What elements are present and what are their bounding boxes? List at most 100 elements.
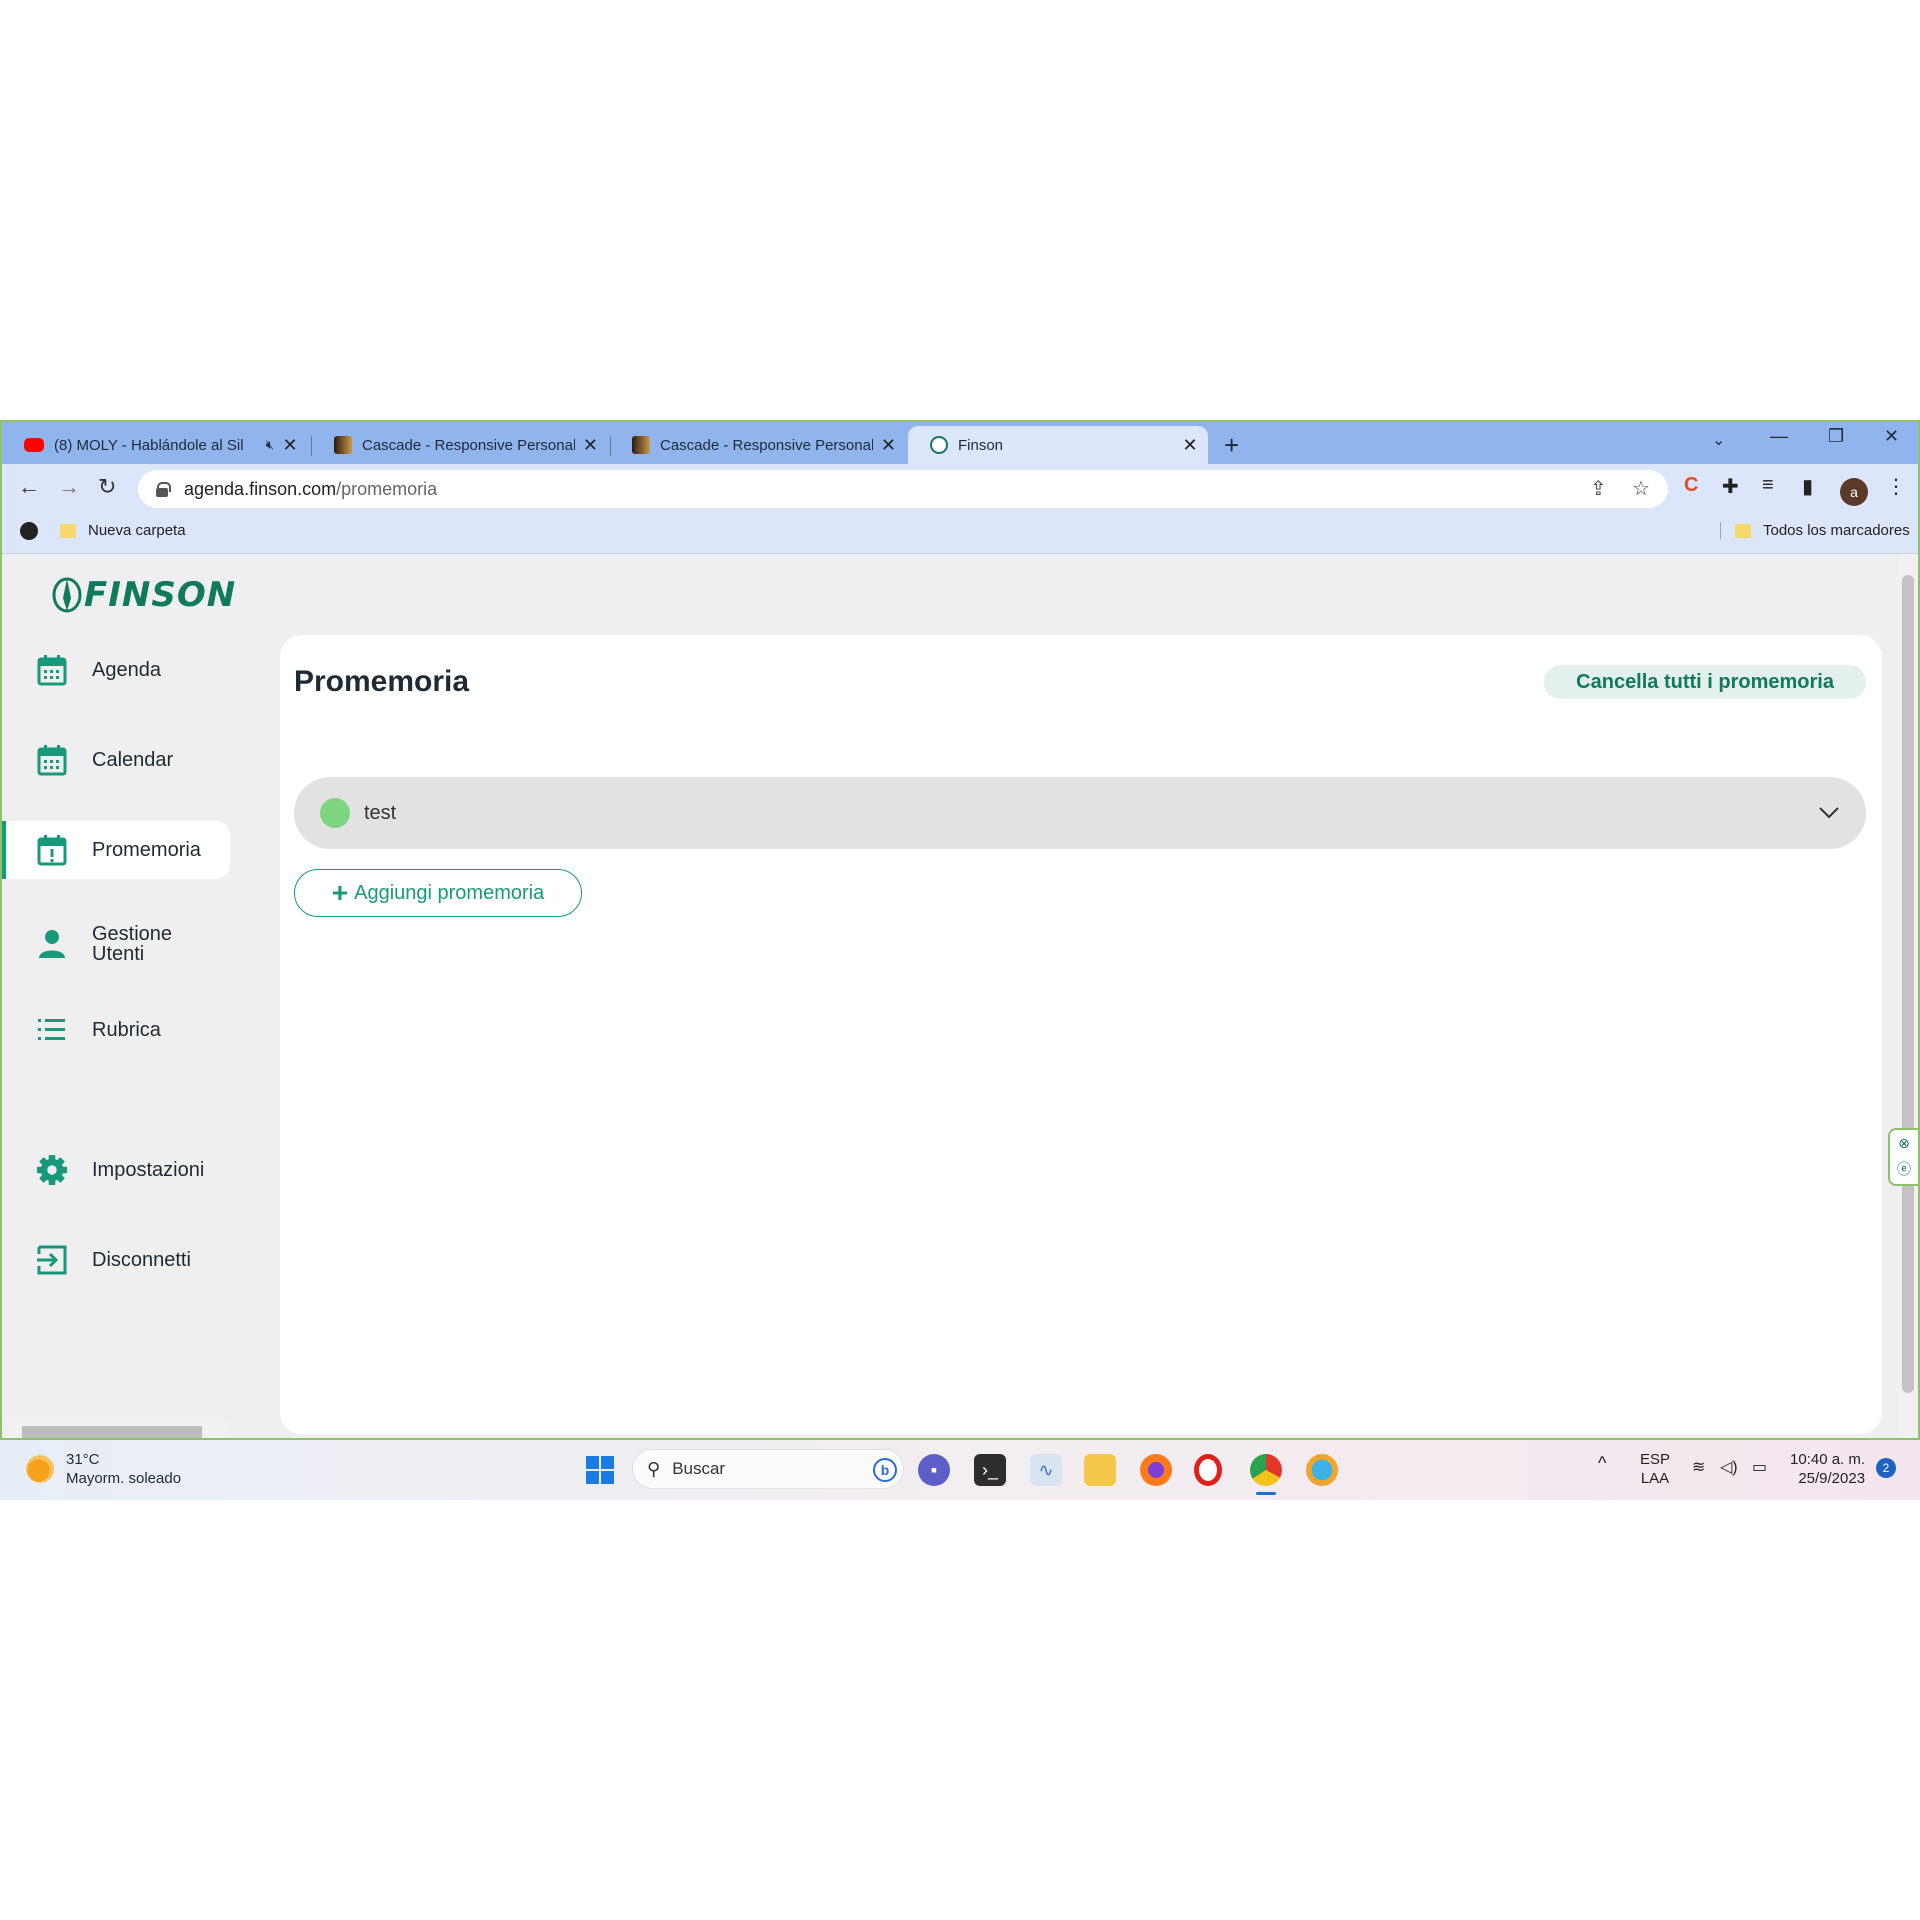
sidebar-item-rubrica[interactable]: Rubrica bbox=[8, 1001, 230, 1059]
chevron-down-icon[interactable] bbox=[1818, 801, 1840, 823]
close-tab-icon[interactable]: ✕ bbox=[881, 435, 896, 456]
search-placeholder: Buscar bbox=[672, 1459, 726, 1478]
search-icon: ⚲ bbox=[647, 1458, 661, 1479]
side-panel-icon[interactable]: ▮ bbox=[1802, 474, 1813, 499]
cascade-icon bbox=[334, 436, 352, 454]
tab-title: Cascade - Responsive Personal v bbox=[660, 436, 873, 454]
calendar-alert-icon bbox=[36, 834, 68, 866]
tab-cascade-2[interactable]: Cascade - Responsive Personal v ✕ bbox=[610, 426, 906, 464]
battery-icon[interactable]: ▭ bbox=[1752, 1458, 1767, 1477]
tab-youtube[interactable]: (8) MOLY - Hablándole al Sil 🔇︎ ✕ bbox=[2, 426, 308, 464]
close-circle-icon[interactable]: ⊗ bbox=[1890, 1130, 1918, 1156]
url-domain: agenda.finson.com bbox=[184, 478, 337, 499]
keyboard-layout: LAA bbox=[1640, 1470, 1670, 1487]
sidebar-item-promemoria[interactable]: Promemoria bbox=[8, 821, 230, 879]
plus-icon: + bbox=[331, 877, 349, 908]
weather-widget[interactable]: 31°C Mayorm. soleado bbox=[26, 1450, 181, 1488]
tab-title: Cascade - Responsive Personal v bbox=[362, 436, 575, 454]
terminal-icon[interactable]: ›_ bbox=[974, 1454, 1006, 1486]
wifi-icon[interactable]: ≋ bbox=[1692, 1458, 1705, 1477]
scrollbar-thumb[interactable] bbox=[1902, 575, 1914, 1393]
bookmark-folder-nueva-carpeta[interactable]: Nueva carpeta bbox=[60, 522, 186, 539]
scrollbar-thumb[interactable] bbox=[22, 1426, 202, 1438]
logout-icon bbox=[36, 1244, 68, 1276]
menu-icon[interactable]: ⋮ bbox=[1886, 474, 1906, 499]
meet-icon[interactable]: ▪ bbox=[918, 1454, 950, 1486]
clock-date: 25/9/2023 bbox=[1798, 1470, 1866, 1487]
bookmarks-bar: Nueva carpeta Todos los marcadores bbox=[2, 510, 1918, 554]
close-tab-icon[interactable]: ✕ bbox=[282, 435, 298, 456]
sidebar-item-label: Gestione Utenti bbox=[92, 923, 173, 965]
finson-logo[interactable]: FINSON bbox=[50, 575, 236, 615]
folder-icon bbox=[1735, 523, 1751, 538]
bing-icon[interactable]: b bbox=[873, 1458, 897, 1482]
list-icon bbox=[36, 1014, 68, 1046]
sidebar-item-calendar[interactable]: Calendar bbox=[8, 731, 230, 789]
sidebar-item-label: Rubrica bbox=[92, 1018, 161, 1041]
e-circle-icon[interactable]: ⓔ bbox=[1890, 1156, 1918, 1182]
close-tab-icon[interactable]: ✕ bbox=[1182, 435, 1198, 456]
close-window-button[interactable]: ✕ bbox=[1884, 426, 1899, 447]
apps-icon[interactable] bbox=[20, 522, 38, 540]
opera-icon[interactable] bbox=[1194, 1454, 1222, 1486]
tab-finson[interactable]: Finson ✕ bbox=[908, 426, 1208, 464]
language-indicator[interactable]: ESP LAA bbox=[1640, 1450, 1670, 1488]
sidebar-item-gestione-utenti[interactable]: Gestione Utenti bbox=[8, 911, 230, 977]
all-bookmarks[interactable]: Todos los marcadores bbox=[1720, 522, 1910, 539]
clear-all-reminders-button[interactable]: Cancella tutti i promemoria bbox=[1544, 665, 1866, 699]
puzzle-icon[interactable]: ✚ bbox=[1722, 474, 1739, 499]
sidebar-item-impostazioni[interactable]: Impostazioni bbox=[8, 1141, 230, 1199]
extension-icon[interactable]: C bbox=[1684, 474, 1698, 497]
back-button[interactable]: ← bbox=[18, 474, 40, 500]
bookmark-star-icon[interactable]: ☆ bbox=[1632, 476, 1650, 501]
logo-text: FINSON bbox=[84, 575, 237, 615]
vertical-scrollbar[interactable] bbox=[1898, 555, 1918, 1438]
monitor-icon[interactable]: ∿ bbox=[1030, 1454, 1062, 1486]
forward-button[interactable]: → bbox=[58, 474, 80, 500]
windows-start-icon[interactable] bbox=[584, 1454, 616, 1486]
user-icon bbox=[36, 928, 68, 960]
restore-button[interactable]: ❐ bbox=[1828, 426, 1844, 447]
volume-icon[interactable]: ◁) bbox=[1720, 1458, 1738, 1477]
extension-side-widget[interactable]: ⊗ ⓔ bbox=[1888, 1128, 1918, 1186]
chrome-icon[interactable] bbox=[1250, 1454, 1282, 1486]
weather-sun-icon bbox=[26, 1455, 54, 1483]
bookmark-label: Nueva carpeta bbox=[88, 522, 186, 539]
new-tab-button[interactable]: + bbox=[1224, 430, 1239, 461]
add-reminder-label: Aggiungi promemoria bbox=[354, 881, 545, 904]
minimize-button[interactable]: — bbox=[1770, 426, 1788, 447]
sidebar-item-label: Disconnetti bbox=[92, 1248, 191, 1271]
add-reminder-button[interactable]: + Aggiungi promemoria bbox=[294, 869, 582, 917]
clock[interactable]: 10:40 a. m. 25/9/2023 bbox=[1790, 1450, 1865, 1488]
taskbar-search[interactable]: ⚲ Buscar b bbox=[632, 1449, 904, 1489]
share-icon[interactable]: ⇪ bbox=[1590, 476, 1607, 501]
speaker-icon[interactable]: 🔇︎ bbox=[266, 437, 274, 453]
tab-search-icon[interactable]: ⌄ bbox=[1712, 430, 1725, 450]
reload-button[interactable]: ↻ bbox=[98, 474, 116, 500]
media-icon[interactable]: ≡ bbox=[1762, 474, 1774, 497]
main-card: Promemoria Cancella tutti i promemoria t… bbox=[280, 635, 1882, 1434]
horizontal-scrollbar[interactable] bbox=[4, 1422, 228, 1438]
tab-cascade-1[interactable]: Cascade - Responsive Personal v ✕ bbox=[312, 426, 608, 464]
gear-icon bbox=[36, 1154, 68, 1186]
sidebar-item-agenda[interactable]: Agenda bbox=[8, 641, 230, 699]
profile-avatar[interactable]: a bbox=[1840, 478, 1868, 506]
weather-desc: Mayorm. soleado bbox=[66, 1470, 182, 1487]
tab-strip: (8) MOLY - Hablándole al Sil 🔇︎ ✕ Cascad… bbox=[2, 422, 1918, 464]
file-explorer-icon[interactable] bbox=[1084, 1454, 1116, 1486]
active-app-indicator bbox=[1256, 1492, 1276, 1495]
firefox-icon[interactable] bbox=[1140, 1454, 1172, 1486]
finson-icon bbox=[930, 436, 948, 454]
folder-icon bbox=[60, 523, 76, 538]
paint-icon[interactable] bbox=[1306, 1454, 1338, 1486]
close-tab-icon[interactable]: ✕ bbox=[583, 435, 598, 456]
reminder-item[interactable]: test bbox=[294, 777, 1866, 849]
tab-title: Finson bbox=[958, 436, 1004, 454]
calendar-icon bbox=[36, 654, 68, 686]
address-bar[interactable]: agenda.finson.com/promemoria ⇪ ☆ bbox=[138, 470, 1668, 508]
screen: (8) MOLY - Hablándole al Sil 🔇︎ ✕ Cascad… bbox=[0, 420, 1920, 1500]
lock-icon[interactable] bbox=[156, 482, 171, 497]
sidebar-item-disconnetti[interactable]: Disconnetti bbox=[8, 1231, 230, 1289]
chevron-up-icon[interactable]: ^ bbox=[1598, 1454, 1606, 1473]
notification-badge[interactable]: 2 bbox=[1876, 1458, 1896, 1478]
